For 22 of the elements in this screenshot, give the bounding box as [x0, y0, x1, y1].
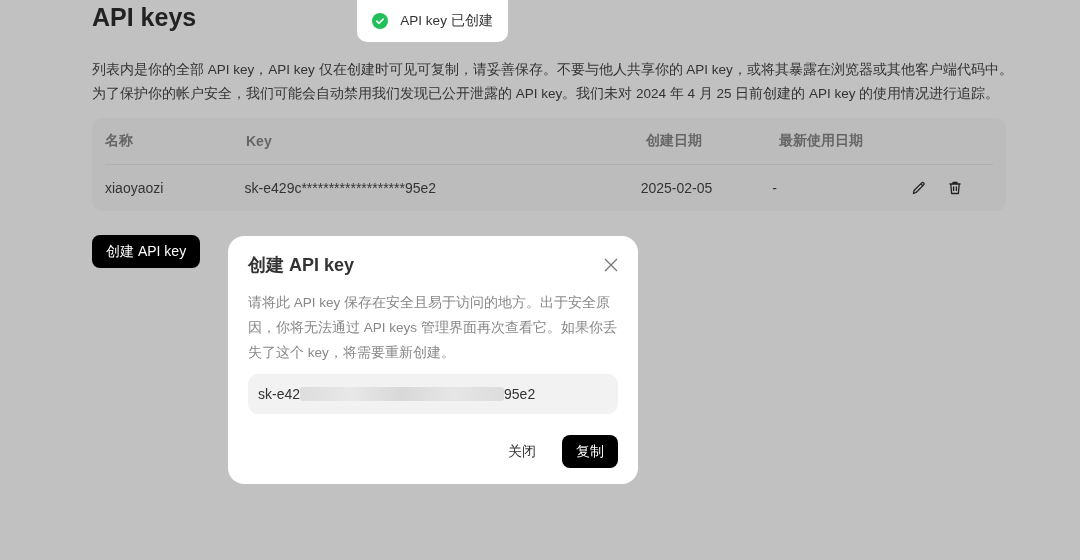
table-cell-text: sk-e429c*******************95e2 — [244, 180, 438, 196]
copy-button[interactable]: 复制 — [562, 435, 618, 468]
toast-text: API key 已创建 — [400, 12, 493, 30]
dialog-message: 请将此 API key 保存在安全且易于访问的地方。出于安全原因，你将无法通过 API keys 管理界面再次查看它。如果你丢失了这个 key，将需要重新创建。 — [248, 294, 618, 362]
page-title: API keys — [92, 2, 197, 32]
check-circle-icon — [372, 13, 389, 29]
description-text: 列表内是你的全部 API key，API key 仅在创建时可见可复制，请妥善保存。不要与他人共享你的 API key，或将其暴露在浏览器或其他客户端代码中。 — [92, 61, 1006, 79]
column-header: 名称 — [105, 132, 134, 150]
column-header: 创建日期 — [646, 132, 703, 150]
close-icon[interactable] — [604, 258, 618, 272]
table-cell-text: 2025-02-05 — [640, 180, 714, 196]
column-header: Key — [246, 133, 273, 149]
delete-icon[interactable] — [947, 180, 963, 196]
table-cell-text: - — [772, 180, 779, 196]
close-button[interactable]: 关闭 — [494, 435, 550, 468]
dialog-title: 创建 API key — [248, 254, 355, 277]
edit-icon[interactable] — [911, 180, 927, 196]
create-key-button[interactable]: 创建 API key — [92, 235, 201, 268]
key-field[interactable]: sk-e42 95e2 — [248, 374, 618, 414]
column-header: 最新使用日期 — [779, 132, 864, 150]
table-cell-text: xiaoyaozi — [105, 180, 165, 196]
description-text: 为了保护你的帐户安全，我们可能会自动禁用我们发现已公开泄露的 API key。我们未对 2024 年 4 月 25 日前创建的 API key 的使用情况进行追踪。 — [92, 85, 1001, 103]
